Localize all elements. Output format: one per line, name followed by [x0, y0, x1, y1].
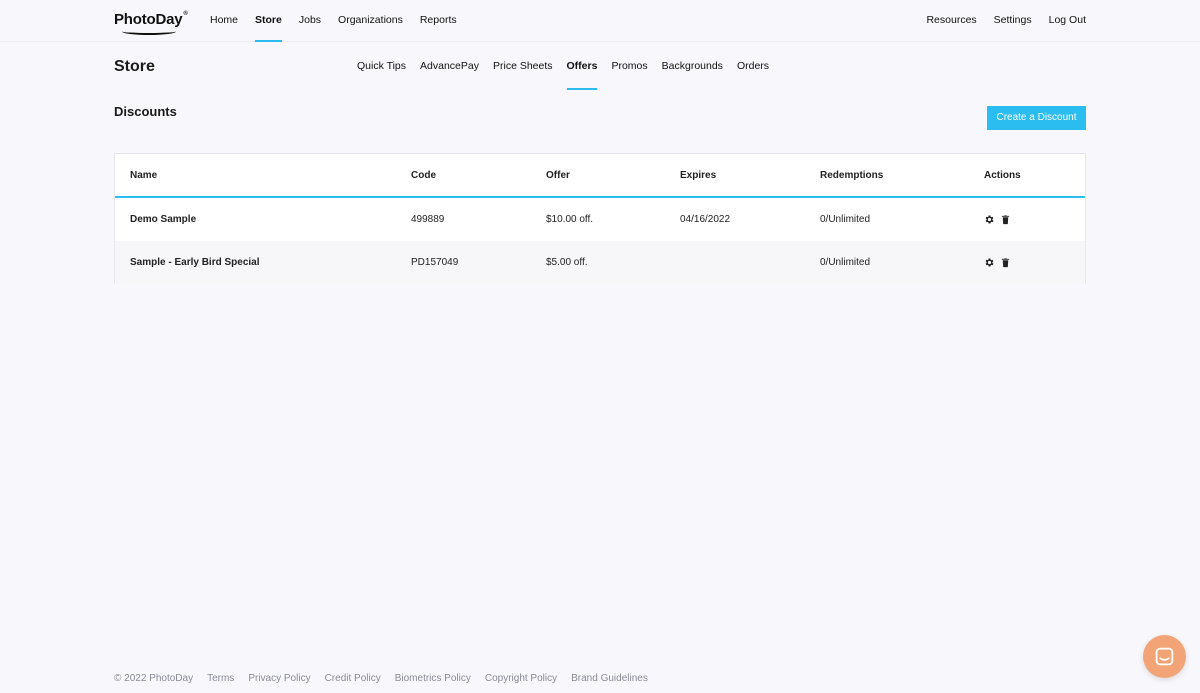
footer-link-brand-guidelines[interactable]: Brand Guidelines [571, 673, 648, 684]
discount-redemptions: 0/Unlimited [820, 214, 871, 225]
table-row: Sample - Early Bird Special PD157049 $5.… [115, 241, 1085, 284]
discounts-table: Name Code Offer Expires Redemptions Acti… [114, 153, 1086, 284]
discount-expires: 04/16/2022 [680, 214, 731, 225]
tab-backgrounds[interactable]: Backgrounds [662, 52, 723, 90]
row-actions [984, 241, 1011, 284]
nav-resources[interactable]: Resources [926, 0, 976, 42]
discount-offer: $10.00 off. [546, 214, 594, 225]
nav-logout[interactable]: Log Out [1049, 0, 1086, 42]
main-nav: Home Store Jobs Organizations Reports [210, 0, 474, 42]
nav-jobs[interactable]: Jobs [299, 0, 321, 42]
nav-store[interactable]: Store [255, 0, 282, 42]
discount-code: 499889 [411, 214, 445, 225]
top-navigation: PhotoDay® Home Store Jobs Organizations … [0, 0, 1200, 42]
row-actions [984, 198, 1011, 241]
section-title: Discounts [114, 104, 177, 119]
footer-link-credit-policy[interactable]: Credit Policy [325, 673, 381, 684]
copyright-text: © 2022 PhotoDay [114, 673, 194, 684]
column-header-offer: Offer [546, 169, 570, 181]
page-title: Store [114, 58, 155, 75]
table-row: Demo Sample 499889 $10.00 off. 04/16/202… [115, 198, 1085, 241]
column-header-name: Name [130, 169, 158, 181]
tab-advancepay[interactable]: AdvancePay [420, 52, 479, 90]
nav-reports[interactable]: Reports [420, 0, 457, 42]
chat-launcher-button[interactable] [1143, 635, 1186, 678]
footer: © 2022 PhotoDay Terms Privacy Policy Cre… [114, 673, 662, 684]
trash-icon[interactable] [1000, 214, 1011, 225]
gear-icon[interactable] [984, 257, 995, 268]
logo-text: PhotoDay [114, 11, 183, 28]
nav-organizations[interactable]: Organizations [338, 0, 403, 42]
tab-offers[interactable]: Offers [566, 52, 597, 90]
discount-offer: $5.00 off. [546, 257, 588, 268]
discount-name: Sample - Early Bird Special [130, 257, 260, 268]
photoday-logo[interactable]: PhotoDay® [114, 11, 188, 35]
tab-price-sheets[interactable]: Price Sheets [493, 52, 553, 90]
footer-link-copyright-policy[interactable]: Copyright Policy [485, 673, 557, 684]
discount-redemptions: 0/Unlimited [820, 257, 871, 268]
account-nav: Resources Settings Log Out [909, 0, 1086, 42]
footer-link-terms[interactable]: Terms [207, 673, 234, 684]
column-header-code: Code [411, 169, 436, 181]
trash-icon[interactable] [1000, 257, 1011, 268]
store-subnav: Quick Tips AdvancePay Price Sheets Offer… [357, 52, 783, 90]
footer-link-biometrics-policy[interactable]: Biometrics Policy [395, 673, 471, 684]
column-header-redemptions: Redemptions [820, 169, 884, 181]
gear-icon[interactable] [984, 214, 995, 225]
discount-name: Demo Sample [130, 214, 197, 225]
create-discount-button[interactable]: Create a Discount [987, 106, 1086, 130]
nav-home[interactable]: Home [210, 0, 238, 42]
tab-promos[interactable]: Promos [611, 52, 647, 90]
column-header-actions: Actions [984, 169, 1021, 181]
nav-settings[interactable]: Settings [994, 0, 1032, 42]
table-header: Name Code Offer Expires Redemptions Acti… [115, 154, 1085, 198]
tab-orders[interactable]: Orders [737, 52, 769, 90]
discount-code: PD157049 [411, 257, 459, 268]
column-header-expires: Expires [680, 169, 717, 181]
tab-quick-tips[interactable]: Quick Tips [357, 52, 406, 90]
footer-link-privacy-policy[interactable]: Privacy Policy [248, 673, 310, 684]
